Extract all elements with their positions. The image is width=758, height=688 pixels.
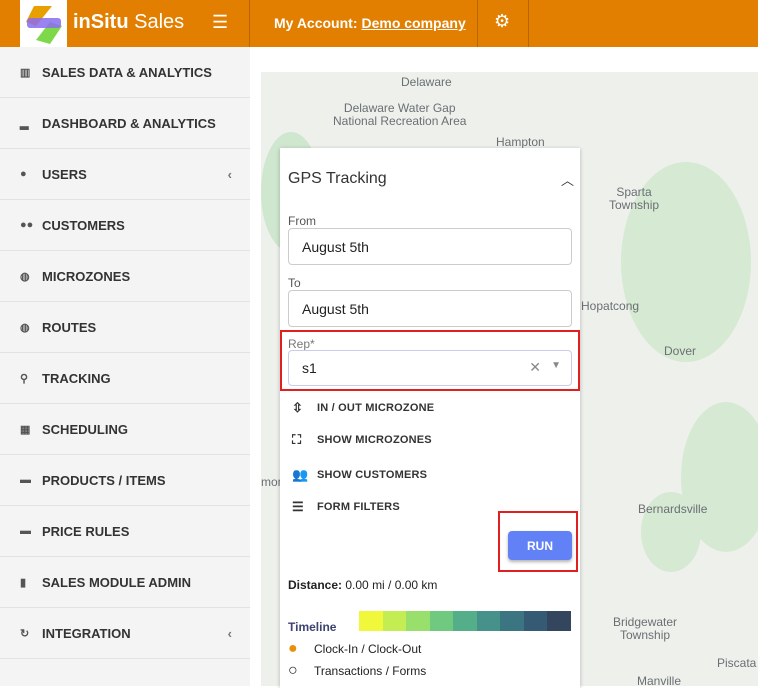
- bar-chart-icon: ▥: [20, 66, 31, 79]
- sidebar-item-tracking[interactable]: ⚲ TRACKING: [0, 353, 250, 404]
- show-customers-option[interactable]: 👥 SHOW CUSTOMERS: [292, 467, 427, 483]
- sidebar-item-label: CUSTOMERS: [42, 217, 125, 233]
- in-out-microzone-option[interactable]: ⇳ IN / OUT MICROZONE: [292, 400, 434, 416]
- map-zones-icon: ⛶: [292, 432, 302, 447]
- sidebar-item-label: INTEGRATION: [42, 625, 131, 641]
- globe-icon: ◍: [20, 270, 30, 283]
- orange-marker-icon: ●: [288, 640, 298, 657]
- collapse-chevron-icon[interactable]: ︿: [561, 170, 574, 189]
- top-bar: inSitu Sales ☰ My Account: Demo company ⚙: [0, 0, 758, 47]
- from-date-input[interactable]: August 5th: [288, 228, 572, 265]
- sidebar-item-label: PRODUCTS / ITEMS: [42, 472, 166, 488]
- sidebar-item-customers[interactable]: ●● CUSTOMERS: [0, 200, 250, 251]
- timeline-swatch: [500, 611, 524, 631]
- legend-clock-in: ● Clock-In / Clock-Out: [288, 640, 422, 657]
- logo: [20, 0, 67, 47]
- map-label: Sparta Township: [609, 185, 660, 212]
- map-marker-icon: ⚲: [20, 372, 29, 385]
- sidebar-item-label: TRACKING: [42, 370, 111, 386]
- timeline-swatch: [406, 611, 430, 631]
- menu-toggle-icon[interactable]: ☰: [212, 12, 228, 33]
- sidebar-item-routes[interactable]: ◍ ROUTES: [0, 302, 250, 353]
- divider: [477, 0, 478, 47]
- sidebar-item-label: PRICE RULES: [42, 523, 130, 539]
- brand-title: inSitu Sales: [73, 11, 185, 33]
- chevron-left-icon: ‹: [227, 625, 232, 641]
- map-label: Delaware Water Gap National Recreation A…: [333, 101, 467, 128]
- sidebar-item-products-items[interactable]: ▬ PRODUCTS / ITEMS: [0, 455, 250, 506]
- clear-icon[interactable]: ✕: [529, 359, 541, 376]
- rep-value: s1: [302, 360, 317, 376]
- sidebar-item-label: SALES MODULE ADMIN: [42, 574, 192, 590]
- sidebar-item-label: MICROZONES: [42, 268, 131, 284]
- sidebar-item-label: SCHEDULING: [42, 421, 128, 437]
- timeline-swatch: [429, 611, 453, 631]
- timeline-swatch: [382, 611, 406, 631]
- divider: [249, 0, 250, 47]
- black-marker-icon: ○: [288, 662, 298, 679]
- account-link[interactable]: Demo company: [361, 15, 465, 31]
- sidebar-item-users[interactable]: ● USERS ‹: [0, 149, 250, 200]
- signal-icon: ▂: [20, 117, 29, 130]
- sidebar-item-microzones[interactable]: ◍ MICROZONES: [0, 251, 250, 302]
- sidebar-item-sales-data-analytics[interactable]: ▥ SALES DATA & ANALYTICS: [0, 47, 250, 98]
- to-date-input[interactable]: August 5th: [288, 290, 572, 327]
- sidebar-item-label: ROUTES: [42, 319, 97, 335]
- map-label: Delaware: [401, 75, 452, 89]
- gps-tracking-panel: GPS Tracking ︿ From August 5th To August…: [280, 148, 580, 688]
- refresh-icon: ↻: [20, 627, 30, 640]
- timeline-gradient: [359, 611, 571, 631]
- form-filters-option[interactable]: ☰ FORM FILTERS: [292, 499, 400, 515]
- map-label: Bridgewater Township: [613, 615, 678, 642]
- people-icon: 👥: [292, 467, 309, 482]
- timeline-swatch: [523, 611, 547, 631]
- timeline-swatch: [359, 611, 383, 631]
- sidebar-item-dashboard-analytics[interactable]: ▂ DASHBOARD & ANALYTICS: [0, 98, 250, 149]
- globe-icon: ◍: [20, 321, 30, 334]
- account-info: My Account: Demo company: [274, 15, 466, 31]
- sidebar-item-integration[interactable]: ↻ INTEGRATION ‹: [0, 608, 250, 659]
- run-button[interactable]: RUN: [508, 531, 572, 560]
- map-label: Hopatcong: [581, 299, 640, 313]
- filter-icon: ☰: [292, 499, 304, 514]
- sidebar-item-sales-module-admin[interactable]: ▮ SALES MODULE ADMIN: [0, 557, 250, 608]
- to-label: To: [288, 276, 301, 290]
- gear-icon[interactable]: ⚙: [494, 11, 510, 32]
- show-microzones-option[interactable]: ⛶ SHOW MICROZONES: [292, 432, 432, 448]
- rep-select[interactable]: s1 ✕ ▼: [288, 350, 572, 386]
- briefcase-icon: ▬: [20, 474, 31, 486]
- from-label: From: [288, 214, 316, 228]
- sidebar: ▥ SALES DATA & ANALYTICS ▂ DASHBOARD & ANAL…: [0, 47, 250, 686]
- timeline-swatch: [476, 611, 500, 631]
- map-label: Piscata: [717, 656, 757, 670]
- chevron-left-icon: ‹: [227, 166, 232, 182]
- timeline-swatch: [453, 611, 477, 631]
- sidebar-item-label: USERS: [42, 166, 87, 182]
- sidebar-item-label: DASHBOARD & ANALYTICS: [42, 115, 216, 131]
- distance: Distance: 0.00 mi / 0.00 km: [288, 578, 438, 592]
- timeline-swatch: [547, 611, 571, 631]
- dropdown-arrow-icon[interactable]: ▼: [551, 360, 561, 371]
- rep-label: Rep*: [288, 337, 315, 351]
- divider: [528, 0, 529, 47]
- map-label: Manville: [637, 674, 682, 687]
- users-icon: ●●: [20, 219, 34, 231]
- legend-transactions: ○ Transactions / Forms: [288, 662, 427, 679]
- suitcase-icon: ▮: [20, 576, 27, 589]
- map-label: Dover: [664, 344, 697, 358]
- panel-title: GPS Tracking: [288, 170, 387, 187]
- calendar-icon: ▦: [20, 423, 31, 436]
- sidebar-item-label: SALES DATA & ANALYTICS: [42, 64, 212, 80]
- vertical-align-center-icon: ⇳: [292, 400, 304, 415]
- briefcase-icon: ▬: [20, 525, 31, 537]
- timeline-label: Timeline: [288, 620, 337, 634]
- sidebar-item-price-rules[interactable]: ▬ PRICE RULES: [0, 506, 250, 557]
- map-label: Bernardsville: [638, 502, 708, 516]
- user-icon: ●: [20, 168, 27, 180]
- sidebar-item-scheduling[interactable]: ▦ SCHEDULING: [0, 404, 250, 455]
